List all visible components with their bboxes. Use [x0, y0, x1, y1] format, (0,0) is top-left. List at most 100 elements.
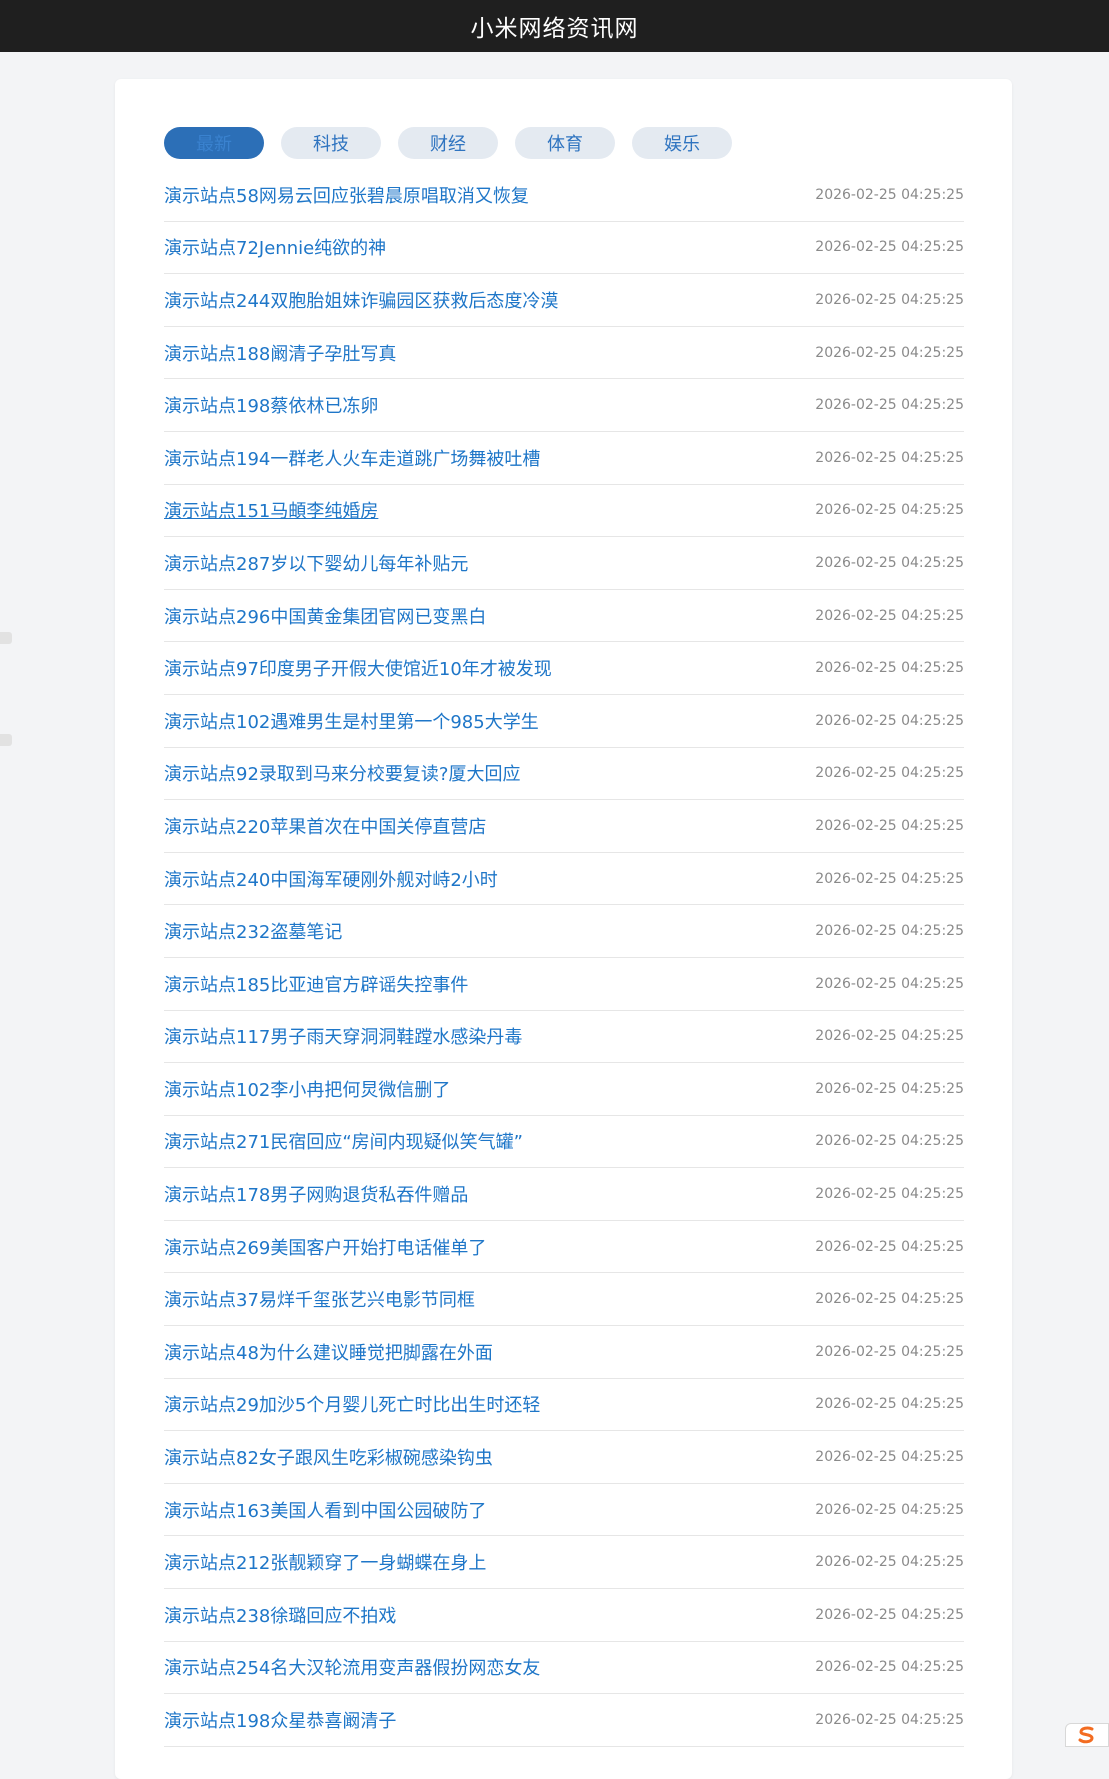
article-list: 演示站点58网易云回应张碧晨原唱取消又恢复 2026-02-25 04:25:25…: [164, 169, 964, 1747]
article-timestamp: 2026-02-25 04:25:25: [815, 239, 964, 255]
sogou-input-icon: [1075, 1725, 1099, 1745]
list-item: 演示站点269美国客户开始打电话催单了 2026-02-25 04:25:25: [164, 1221, 964, 1274]
article-title-link[interactable]: 演示站点212张靓颖穿了一身蝴蝶在身上: [164, 1549, 486, 1575]
article-timestamp: 2026-02-25 04:25:25: [815, 450, 964, 466]
list-item: 演示站点232盗墓笔记 2026-02-25 04:25:25: [164, 905, 964, 958]
article-timestamp: 2026-02-25 04:25:25: [815, 1028, 964, 1044]
tab-3[interactable]: 体育: [515, 127, 615, 159]
article-title-link[interactable]: 演示站点194一群老人火车走道跳广场舞被吐槽: [164, 445, 540, 471]
article-title-link[interactable]: 演示站点117男子雨天穿洞洞鞋蹚水感染丹毒: [164, 1023, 522, 1049]
article-title-link[interactable]: 演示站点92录取到马来分校要复读?厦大回应: [164, 760, 520, 786]
list-item: 演示站点97印度男子开假大使馆近10年才被发现 2026-02-25 04:25:…: [164, 642, 964, 695]
left-edge-tab[interactable]: [0, 632, 12, 644]
article-timestamp: 2026-02-25 04:25:25: [815, 1502, 964, 1518]
article-title-link[interactable]: 演示站点102遇难男生是村里第一个985大学生: [164, 708, 539, 734]
article-title-link[interactable]: 演示站点240中国海军硬刚外舰对峙2小时: [164, 866, 498, 892]
article-title-link[interactable]: 演示站点287岁以下婴幼儿每年补贴元: [164, 550, 468, 576]
article-title-link[interactable]: 演示站点163美国人看到中国公园破防了: [164, 1497, 486, 1523]
list-item: 演示站点212张靓颖穿了一身蝴蝶在身上 2026-02-25 04:25:25: [164, 1536, 964, 1589]
article-title-link[interactable]: 演示站点48为什么建议睡觉把脚露在外面: [164, 1339, 493, 1365]
article-timestamp: 2026-02-25 04:25:25: [815, 1133, 964, 1149]
article-title-link[interactable]: 演示站点254名大汉轮流用变声器假扮网恋女友: [164, 1654, 540, 1680]
list-item: 演示站点151马頔李纯婚房 2026-02-25 04:25:25: [164, 485, 964, 538]
list-item: 演示站点185比亚迪官方辟谣失控事件2026-02-25 04:25:25: [164, 958, 964, 1011]
list-item: 演示站点117男子雨天穿洞洞鞋蹚水感染丹毒 2026-02-25 04:25:25: [164, 1011, 964, 1064]
article-title-link[interactable]: 演示站点151马頔李纯婚房: [164, 497, 378, 523]
tab-1[interactable]: 科技: [281, 127, 381, 159]
top-header-bar: 小米网络资讯网: [0, 0, 1109, 52]
list-item: 演示站点220苹果首次在中国关停直营店 2026-02-25 04:25:25: [164, 800, 964, 853]
list-item: 演示站点58网易云回应张碧晨原唱取消又恢复 2026-02-25 04:25:25: [164, 169, 964, 222]
article-timestamp: 2026-02-25 04:25:25: [815, 292, 964, 308]
list-item: 演示站点198众星恭喜阚清子 2026-02-25 04:25:25: [164, 1694, 964, 1747]
article-title-link[interactable]: 演示站点97印度男子开假大使馆近10年才被发现: [164, 655, 552, 681]
article-timestamp: 2026-02-25 04:25:25: [815, 765, 964, 781]
article-timestamp: 2026-02-25 04:25:25: [815, 713, 964, 729]
tab-0[interactable]: 最新: [164, 127, 264, 159]
article-title-link[interactable]: 演示站点269美国客户开始打电话催单了: [164, 1234, 486, 1260]
article-timestamp: 2026-02-25 04:25:25: [815, 1659, 964, 1675]
article-timestamp: 2026-02-25 04:25:25: [815, 1186, 964, 1202]
article-title-link[interactable]: 演示站点37易烊千玺张艺兴电影节同框: [164, 1286, 475, 1312]
tab-4[interactable]: 娱乐: [632, 127, 732, 159]
article-title-link[interactable]: 演示站点244双胞胎姐妹诈骗园区获救后态度冷漠: [164, 287, 558, 313]
article-timestamp: 2026-02-25 04:25:25: [815, 187, 964, 203]
list-item: 演示站点29加沙5个月婴儿死亡时比出生时还轻 2026-02-25 04:25:2…: [164, 1379, 964, 1432]
list-item: 演示站点178男子网购退货私吞件赠品 2026-02-25 04:25:25: [164, 1168, 964, 1221]
article-timestamp: 2026-02-25 04:25:25: [815, 555, 964, 571]
site-title: 小米网络资讯网: [471, 9, 639, 43]
article-timestamp: 2026-02-25 04:25:25: [815, 1554, 964, 1570]
list-item: 演示站点198蔡依林已冻卵 2026-02-25 04:25:25: [164, 379, 964, 432]
article-timestamp: 2026-02-25 04:25:25: [815, 608, 964, 624]
article-title-link[interactable]: 演示站点82女子跟风生吃彩椒碗感染钩虫: [164, 1444, 493, 1470]
article-timestamp: 2026-02-25 04:25:25: [815, 871, 964, 887]
article-title-link[interactable]: 演示站点188阚清子孕肚写真: [164, 340, 396, 366]
list-item: 演示站点48为什么建议睡觉把脚露在外面2026-02-25 04:25:25: [164, 1326, 964, 1379]
article-title-link[interactable]: 演示站点198蔡依林已冻卵: [164, 392, 378, 418]
article-title-link[interactable]: 演示站点232盗墓笔记: [164, 918, 342, 944]
article-timestamp: 2026-02-25 04:25:25: [815, 1712, 964, 1728]
article-timestamp: 2026-02-25 04:25:25: [815, 502, 964, 518]
article-timestamp: 2026-02-25 04:25:25: [815, 1449, 964, 1465]
article-timestamp: 2026-02-25 04:25:25: [815, 1607, 964, 1623]
article-timestamp: 2026-02-25 04:25:25: [815, 1081, 964, 1097]
article-timestamp: 2026-02-25 04:25:25: [815, 923, 964, 939]
article-title-link[interactable]: 演示站点102李小冉把何炅微信删了: [164, 1076, 450, 1102]
category-tabs: 最新科技财经体育娱乐: [164, 127, 732, 159]
list-item: 演示站点102李小冉把何炅微信删了 2026-02-25 04:25:25: [164, 1063, 964, 1116]
article-timestamp: 2026-02-25 04:25:25: [815, 818, 964, 834]
list-item: 演示站点102遇难男生是村里第一个985大学生 2026-02-25 04:25:…: [164, 695, 964, 748]
article-title-link[interactable]: 演示站点238徐璐回应不拍戏: [164, 1602, 396, 1628]
article-title-link[interactable]: 演示站点271民宿回应“房间内现疑似笑气罐”: [164, 1128, 523, 1154]
article-timestamp: 2026-02-25 04:25:25: [815, 1239, 964, 1255]
article-timestamp: 2026-02-25 04:25:25: [815, 1291, 964, 1307]
list-item: 演示站点287岁以下婴幼儿每年补贴元 2026-02-25 04:25:25: [164, 537, 964, 590]
list-item: 演示站点92录取到马来分校要复读?厦大回应 2026-02-25 04:25:25: [164, 748, 964, 801]
list-item: 演示站点72Jennie纯欲的神 2026-02-25 04:25:25: [164, 222, 964, 275]
input-method-widget[interactable]: [1065, 1723, 1109, 1747]
article-timestamp: 2026-02-25 04:25:25: [815, 1396, 964, 1412]
list-item: 演示站点37易烊千玺张艺兴电影节同框 2026-02-25 04:25:25: [164, 1273, 964, 1326]
article-title-link[interactable]: 演示站点185比亚迪官方辟谣失控事件: [164, 971, 468, 997]
article-title-link[interactable]: 演示站点198众星恭喜阚清子: [164, 1707, 396, 1733]
list-item: 演示站点296中国黄金集团官网已变黑白 2026-02-25 04:25:25: [164, 590, 964, 643]
list-item: 演示站点244双胞胎姐妹诈骗园区获救后态度冷漠 2026-02-25 04:25:…: [164, 274, 964, 327]
article-title-link[interactable]: 演示站点58网易云回应张碧晨原唱取消又恢复: [164, 182, 529, 208]
article-timestamp: 2026-02-25 04:25:25: [815, 660, 964, 676]
article-timestamp: 2026-02-25 04:25:25: [815, 397, 964, 413]
news-card: 最新科技财经体育娱乐 演示站点58网易云回应张碧晨原唱取消又恢复 2026-02-…: [115, 79, 1012, 1779]
article-title-link[interactable]: 演示站点220苹果首次在中国关停直营店: [164, 813, 486, 839]
list-item: 演示站点238徐璐回应不拍戏 2026-02-25 04:25:25: [164, 1589, 964, 1642]
list-item: 演示站点254名大汉轮流用变声器假扮网恋女友 2026-02-25 04:25:2…: [164, 1642, 964, 1695]
list-item: 演示站点194一群老人火车走道跳广场舞被吐槽 2026-02-25 04:25:2…: [164, 432, 964, 485]
tab-2[interactable]: 财经: [398, 127, 498, 159]
article-title-link[interactable]: 演示站点72Jennie纯欲的神: [164, 234, 386, 260]
article-title-link[interactable]: 演示站点29加沙5个月婴儿死亡时比出生时还轻: [164, 1391, 540, 1417]
list-item: 演示站点240中国海军硬刚外舰对峙2小时 2026-02-25 04:25:25: [164, 853, 964, 906]
left-edge-tab[interactable]: [0, 734, 12, 746]
article-title-link[interactable]: 演示站点296中国黄金集团官网已变黑白: [164, 603, 486, 629]
list-item: 演示站点188阚清子孕肚写真2026-02-25 04:25:25: [164, 327, 964, 380]
list-item: 演示站点82女子跟风生吃彩椒碗感染钩虫 2026-02-25 04:25:25: [164, 1431, 964, 1484]
list-item: 演示站点163美国人看到中国公园破防了 2026-02-25 04:25:25: [164, 1484, 964, 1537]
article-title-link[interactable]: 演示站点178男子网购退货私吞件赠品: [164, 1181, 468, 1207]
